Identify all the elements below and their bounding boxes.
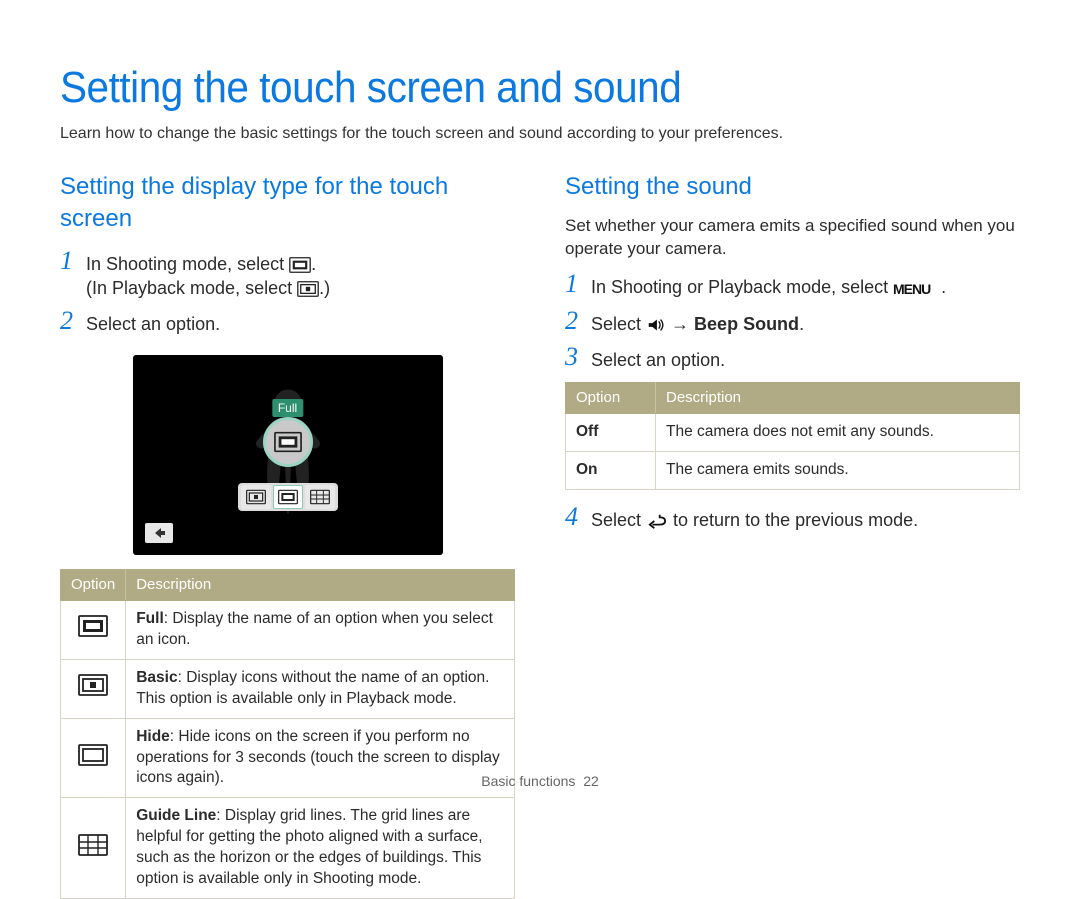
step-number: 4 (565, 504, 591, 530)
display-option-basic[interactable] (241, 485, 271, 509)
right-section-title: Setting the sound (565, 171, 1020, 203)
camera-screenshot: Full (133, 355, 443, 555)
table-row: Full: Display the name of an option when… (61, 600, 515, 659)
intro-text: Learn how to change the basic settings f… (60, 123, 1020, 145)
display-basic-icon (297, 281, 319, 297)
step-body: In Shooting mode, select . (In Playback … (86, 248, 330, 301)
table-header-option: Option (61, 569, 126, 600)
table-row: Off The camera does not emit any sounds. (566, 414, 1020, 452)
step-number: 2 (565, 308, 591, 334)
step-number: 3 (565, 344, 591, 370)
display-option-guide[interactable] (305, 485, 335, 509)
return-icon (646, 512, 668, 530)
table-row: Basic: Display icons without the name of… (61, 659, 515, 718)
display-options-table: Option Description Full: Display the nam… (60, 569, 515, 899)
step-body: In Shooting or Playback mode, select . (591, 271, 946, 299)
step-number: 2 (60, 308, 86, 334)
display-mode-label: Full (272, 399, 303, 417)
display-basic-icon (78, 674, 108, 703)
display-hide-icon (78, 744, 108, 773)
table-header-description: Description (656, 383, 1020, 414)
table-row: On The camera emits sounds. (566, 452, 1020, 490)
step-body: Select to return to the previous mode. (591, 504, 918, 532)
sound-options-table: Option Description Off The camera does n… (565, 382, 1020, 490)
display-option-full[interactable] (273, 485, 303, 509)
step-number: 1 (60, 248, 86, 274)
menu-icon (893, 281, 941, 297)
back-button[interactable] (145, 523, 173, 543)
table-header-option: Option (566, 383, 656, 414)
display-full-icon (78, 615, 108, 644)
display-full-icon (289, 257, 311, 273)
display-guide-icon (78, 834, 108, 863)
speaker-icon (646, 317, 666, 333)
page-title: Setting the touch screen and sound (60, 58, 943, 117)
step-body: Select an option. (591, 344, 725, 372)
step-body: Select an option. (86, 308, 220, 336)
selected-display-button[interactable] (263, 417, 313, 467)
left-section-title: Setting the display type for the touch s… (60, 171, 515, 236)
step-number: 1 (565, 271, 591, 297)
sound-subtext: Set whether your camera emits a specifie… (565, 215, 1020, 261)
table-header-description: Description (126, 569, 515, 600)
step-body: Select → Beep Sound. (591, 308, 804, 336)
page-footer: Basic functions 22 (0, 772, 1080, 791)
table-row: Guide Line: Display grid lines. The grid… (61, 798, 515, 899)
display-option-row (238, 483, 338, 511)
